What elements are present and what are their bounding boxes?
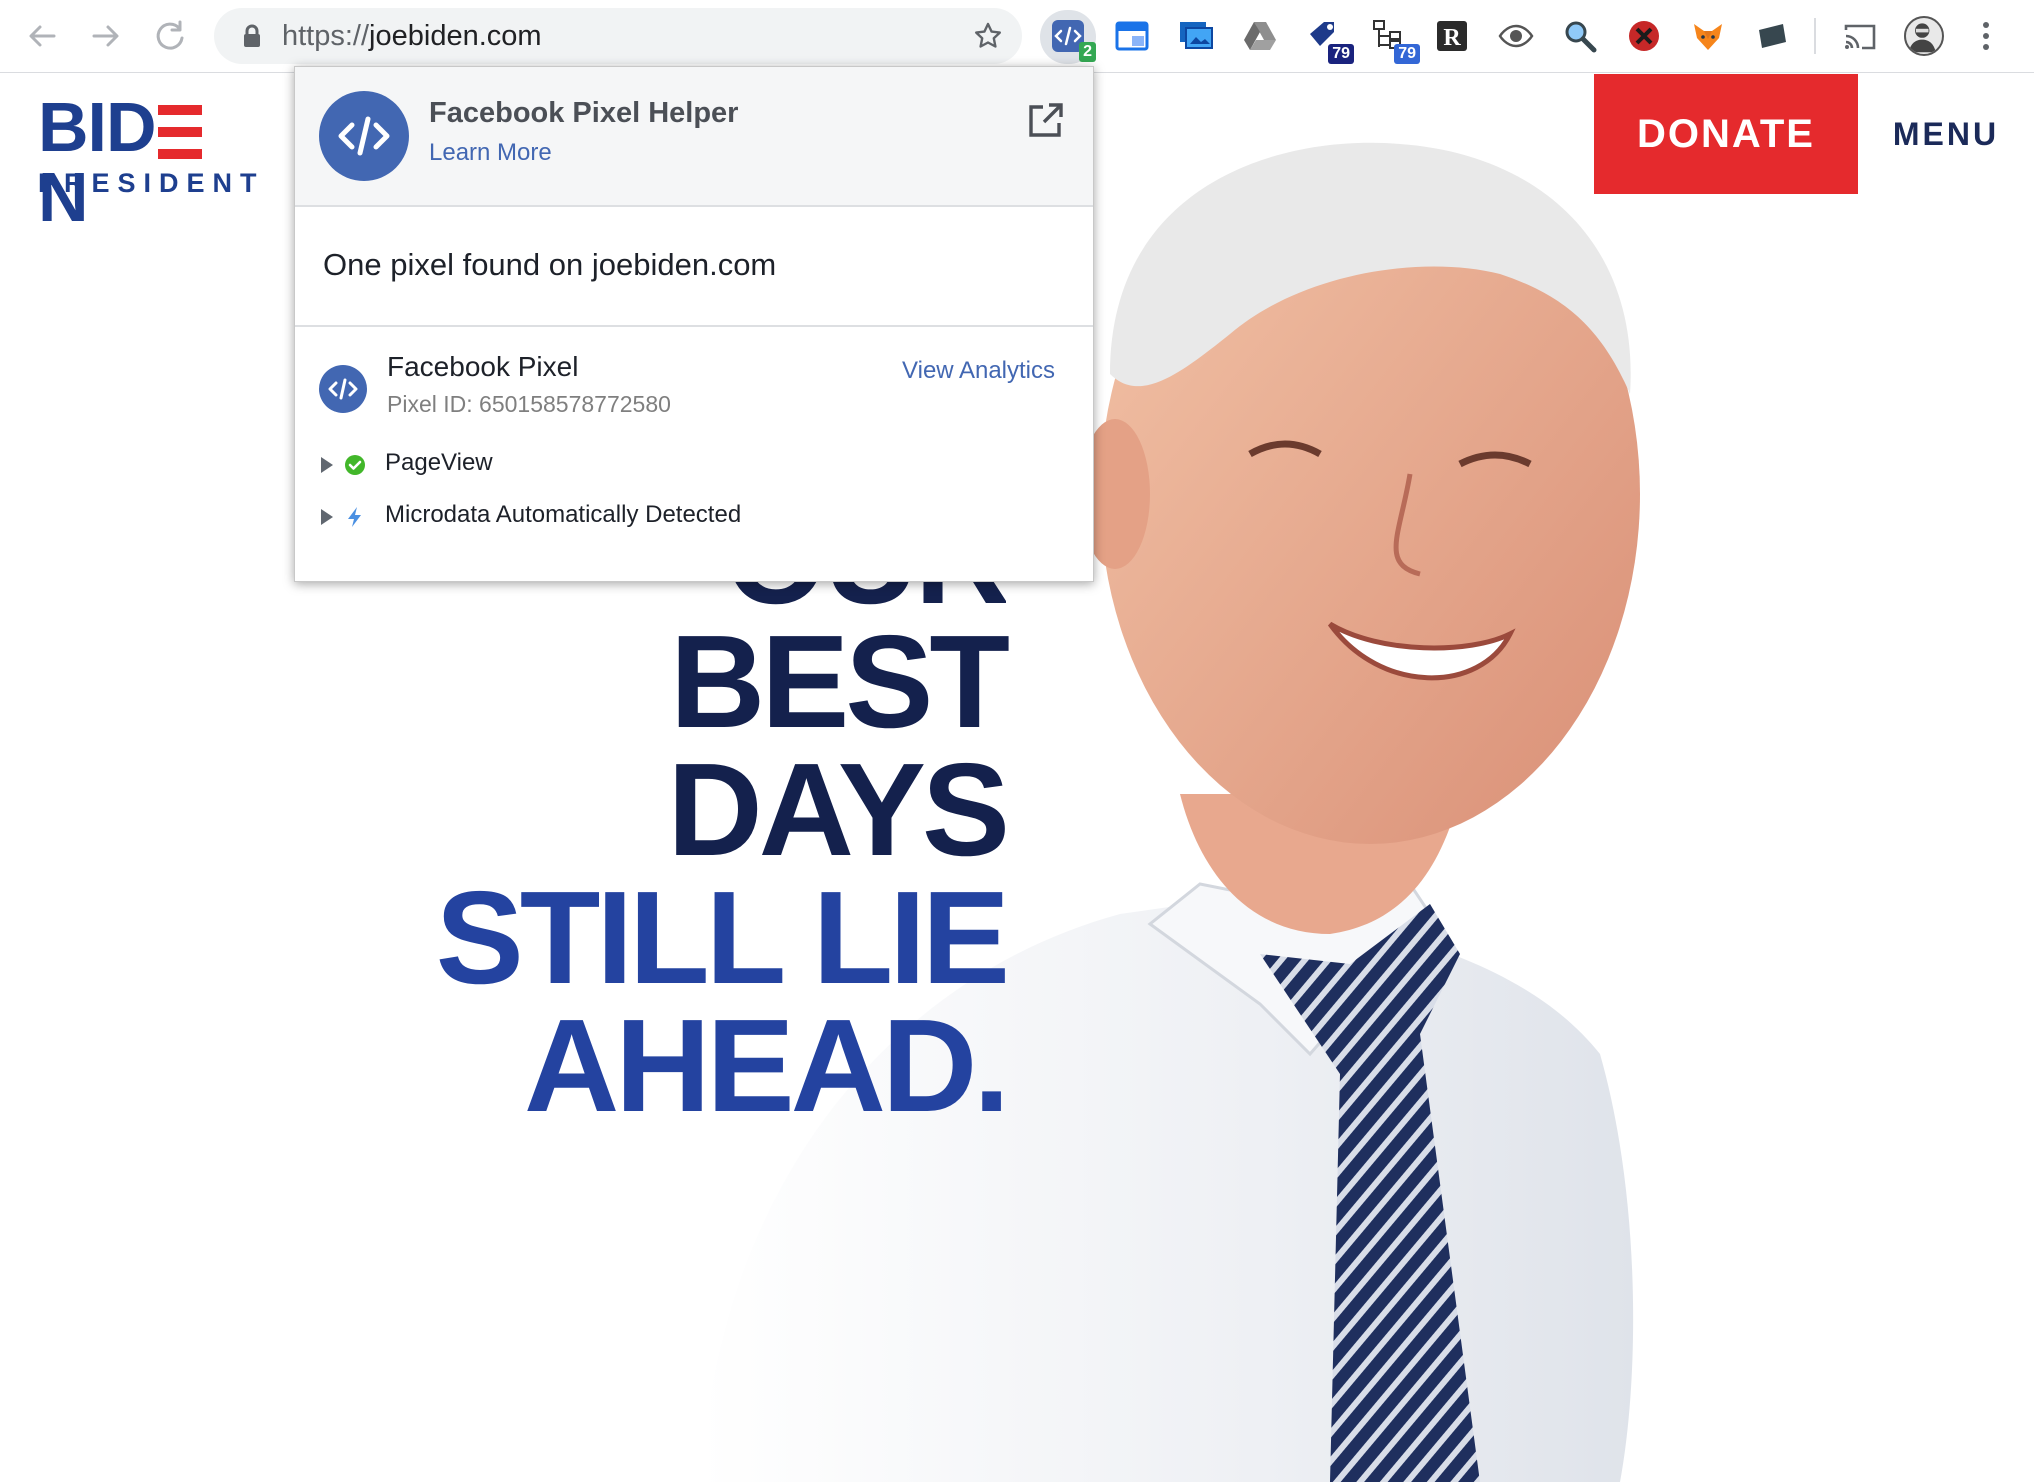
url-host: joebiden.com (369, 20, 542, 52)
fox-icon[interactable] (1690, 18, 1726, 54)
pixel-count-badge: 2 (1079, 42, 1096, 62)
facebook-pixel-helper-icon[interactable]: 2 (1050, 18, 1096, 62)
reload-icon (156, 20, 184, 50)
logo-wordmark: BIDN (38, 92, 238, 232)
view-analytics-link[interactable]: View Analytics (902, 357, 1055, 385)
url-text[interactable]: https://joebiden.com (282, 20, 542, 53)
hero-headline: OUR BEST DAYS STILL LIE AHEAD. (330, 574, 1010, 1139)
pixel-helper-logo-icon (319, 91, 409, 181)
eye-icon[interactable] (1498, 18, 1534, 54)
logo-letters-left: BID (38, 88, 157, 166)
flag-e-icon (157, 100, 202, 159)
summary-text: One pixel found on joebiden.com (323, 247, 777, 282)
pixel-id-value: 650158578772580 (479, 391, 671, 417)
headline-line-3: DAYS (667, 736, 1010, 883)
event-label: Microdata Automatically Detected (385, 501, 742, 528)
more-menu-icon[interactable] (1978, 16, 1994, 56)
sitemap-count-badge: 79 (1394, 44, 1420, 64)
sitemap-icon[interactable]: 79 (1370, 18, 1420, 64)
tag-count-badge: 79 (1328, 44, 1354, 64)
arrow-left-icon (29, 25, 56, 47)
browser-toolbar: https://joebiden.com 2 79 79 R (0, 0, 2034, 73)
learn-more-link[interactable]: Learn More (429, 139, 552, 167)
check-circle-icon (345, 455, 365, 475)
lock-icon[interactable] (238, 22, 266, 50)
forward-button[interactable] (84, 14, 128, 58)
pixel-entry: Facebook Pixel Pixel ID: 650158578772580… (295, 327, 1093, 583)
bookmark-star-icon[interactable] (972, 20, 1004, 52)
person-icon (1908, 23, 1936, 53)
event-pageview[interactable]: PageView (319, 447, 1019, 483)
donate-button[interactable]: DONATE (1594, 74, 1858, 194)
open-external-icon[interactable] (1025, 101, 1065, 141)
arrow-right-icon (92, 25, 119, 47)
pixel-id: Pixel ID: 650158578772580 (387, 391, 671, 418)
back-button[interactable] (20, 14, 64, 58)
menu-button[interactable]: MENU (1858, 74, 2034, 194)
pixel-id-label: Pixel ID: (387, 391, 480, 417)
popup-header: Facebook Pixel Helper Learn More (295, 67, 1093, 207)
screenshot-icon[interactable] (1178, 18, 1214, 54)
event-label: PageView (385, 449, 493, 476)
pixel-helper-popup: Facebook Pixel Helper Learn More One pix… (294, 66, 1094, 582)
drive-icon[interactable] (1242, 18, 1278, 54)
profile-avatar[interactable] (1904, 16, 1944, 56)
reload-button[interactable] (148, 14, 192, 58)
headline-line-5: AHEAD. (523, 992, 1010, 1139)
logo-subtitle: PRESIDENT (38, 168, 265, 198)
popup-title: Facebook Pixel Helper (429, 97, 739, 129)
expand-caret-icon[interactable] (319, 507, 335, 527)
pixel-code-icon (319, 365, 367, 413)
note-icon[interactable] (1754, 18, 1790, 54)
tag-icon[interactable]: 79 (1306, 18, 1354, 64)
r-icon[interactable]: R (1434, 18, 1470, 54)
cast-icon[interactable] (1842, 18, 1878, 54)
window-tab-icon[interactable] (1114, 18, 1150, 54)
pixel-summary: One pixel found on joebiden.com (295, 207, 1093, 327)
address-bar[interactable]: https://joebiden.com (214, 8, 1022, 64)
blocker-icon[interactable] (1626, 18, 1662, 54)
biden-logo[interactable]: BIDN PRESIDENT (38, 92, 257, 232)
expand-caret-icon[interactable] (319, 455, 335, 475)
lightning-icon (348, 507, 361, 527)
toolbar-divider (1814, 18, 1816, 54)
url-scheme: https:// (282, 20, 370, 52)
headline-line-2: BEST (669, 608, 1010, 755)
pixel-name: Facebook Pixel (387, 351, 579, 382)
event-microdata[interactable]: Microdata Automatically Detected (319, 499, 1019, 535)
magnifier-icon[interactable] (1562, 18, 1598, 54)
svg-text:R: R (1443, 25, 1461, 51)
headline-line-4: STILL LIE (435, 864, 1010, 1011)
